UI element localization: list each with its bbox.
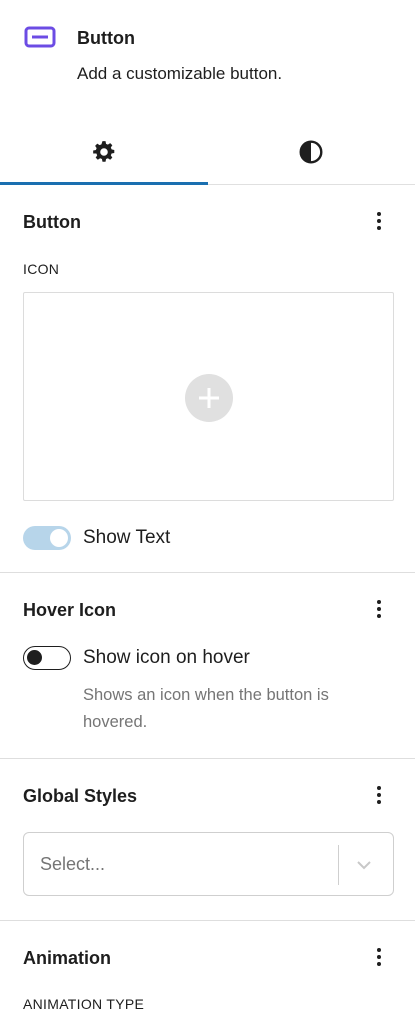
button-block-icon: [24, 26, 56, 48]
select-placeholder: Select...: [40, 854, 106, 874]
panel-animation: Animation ANIMATION TYPE: [0, 921, 415, 1024]
more-options-icon[interactable]: [369, 942, 389, 972]
icon-picker[interactable]: [23, 292, 394, 501]
select-divider: [338, 845, 339, 885]
add-icon[interactable]: [185, 374, 233, 422]
panel-title-hover-icon[interactable]: Hover Icon: [23, 600, 116, 621]
panel-title-global-styles[interactable]: Global Styles: [23, 786, 137, 807]
hover-icon-toggle-label: Show icon on hover: [83, 647, 250, 668]
icon-label: ICON: [23, 261, 60, 277]
show-text-label: Show Text: [83, 527, 171, 548]
animation-type-label: ANIMATION TYPE: [23, 996, 145, 1012]
more-options-icon[interactable]: [369, 594, 389, 624]
more-options-icon[interactable]: [369, 780, 389, 810]
show-text-toggle[interactable]: [23, 526, 71, 550]
block-card: Button Add a customizable button.: [0, 0, 415, 120]
panel-title-button[interactable]: Button: [23, 212, 81, 233]
gear-icon: [92, 141, 115, 162]
global-styles-select[interactable]: Select...: [23, 832, 394, 896]
more-options-icon[interactable]: [369, 206, 389, 236]
hover-icon-help-text: Shows an icon when the button is hovered…: [83, 686, 329, 731]
hover-icon-toggle[interactable]: [23, 646, 71, 670]
tab-styles[interactable]: [208, 120, 415, 184]
inspector-tabs: [0, 120, 415, 185]
block-title: Button: [77, 28, 135, 48]
tab-settings[interactable]: [0, 120, 208, 185]
block-description: Add a customizable button.: [77, 64, 283, 83]
chevron-down-icon[interactable]: [354, 855, 374, 875]
panel-title-animation[interactable]: Animation: [23, 948, 111, 969]
contrast-icon: [299, 140, 323, 164]
